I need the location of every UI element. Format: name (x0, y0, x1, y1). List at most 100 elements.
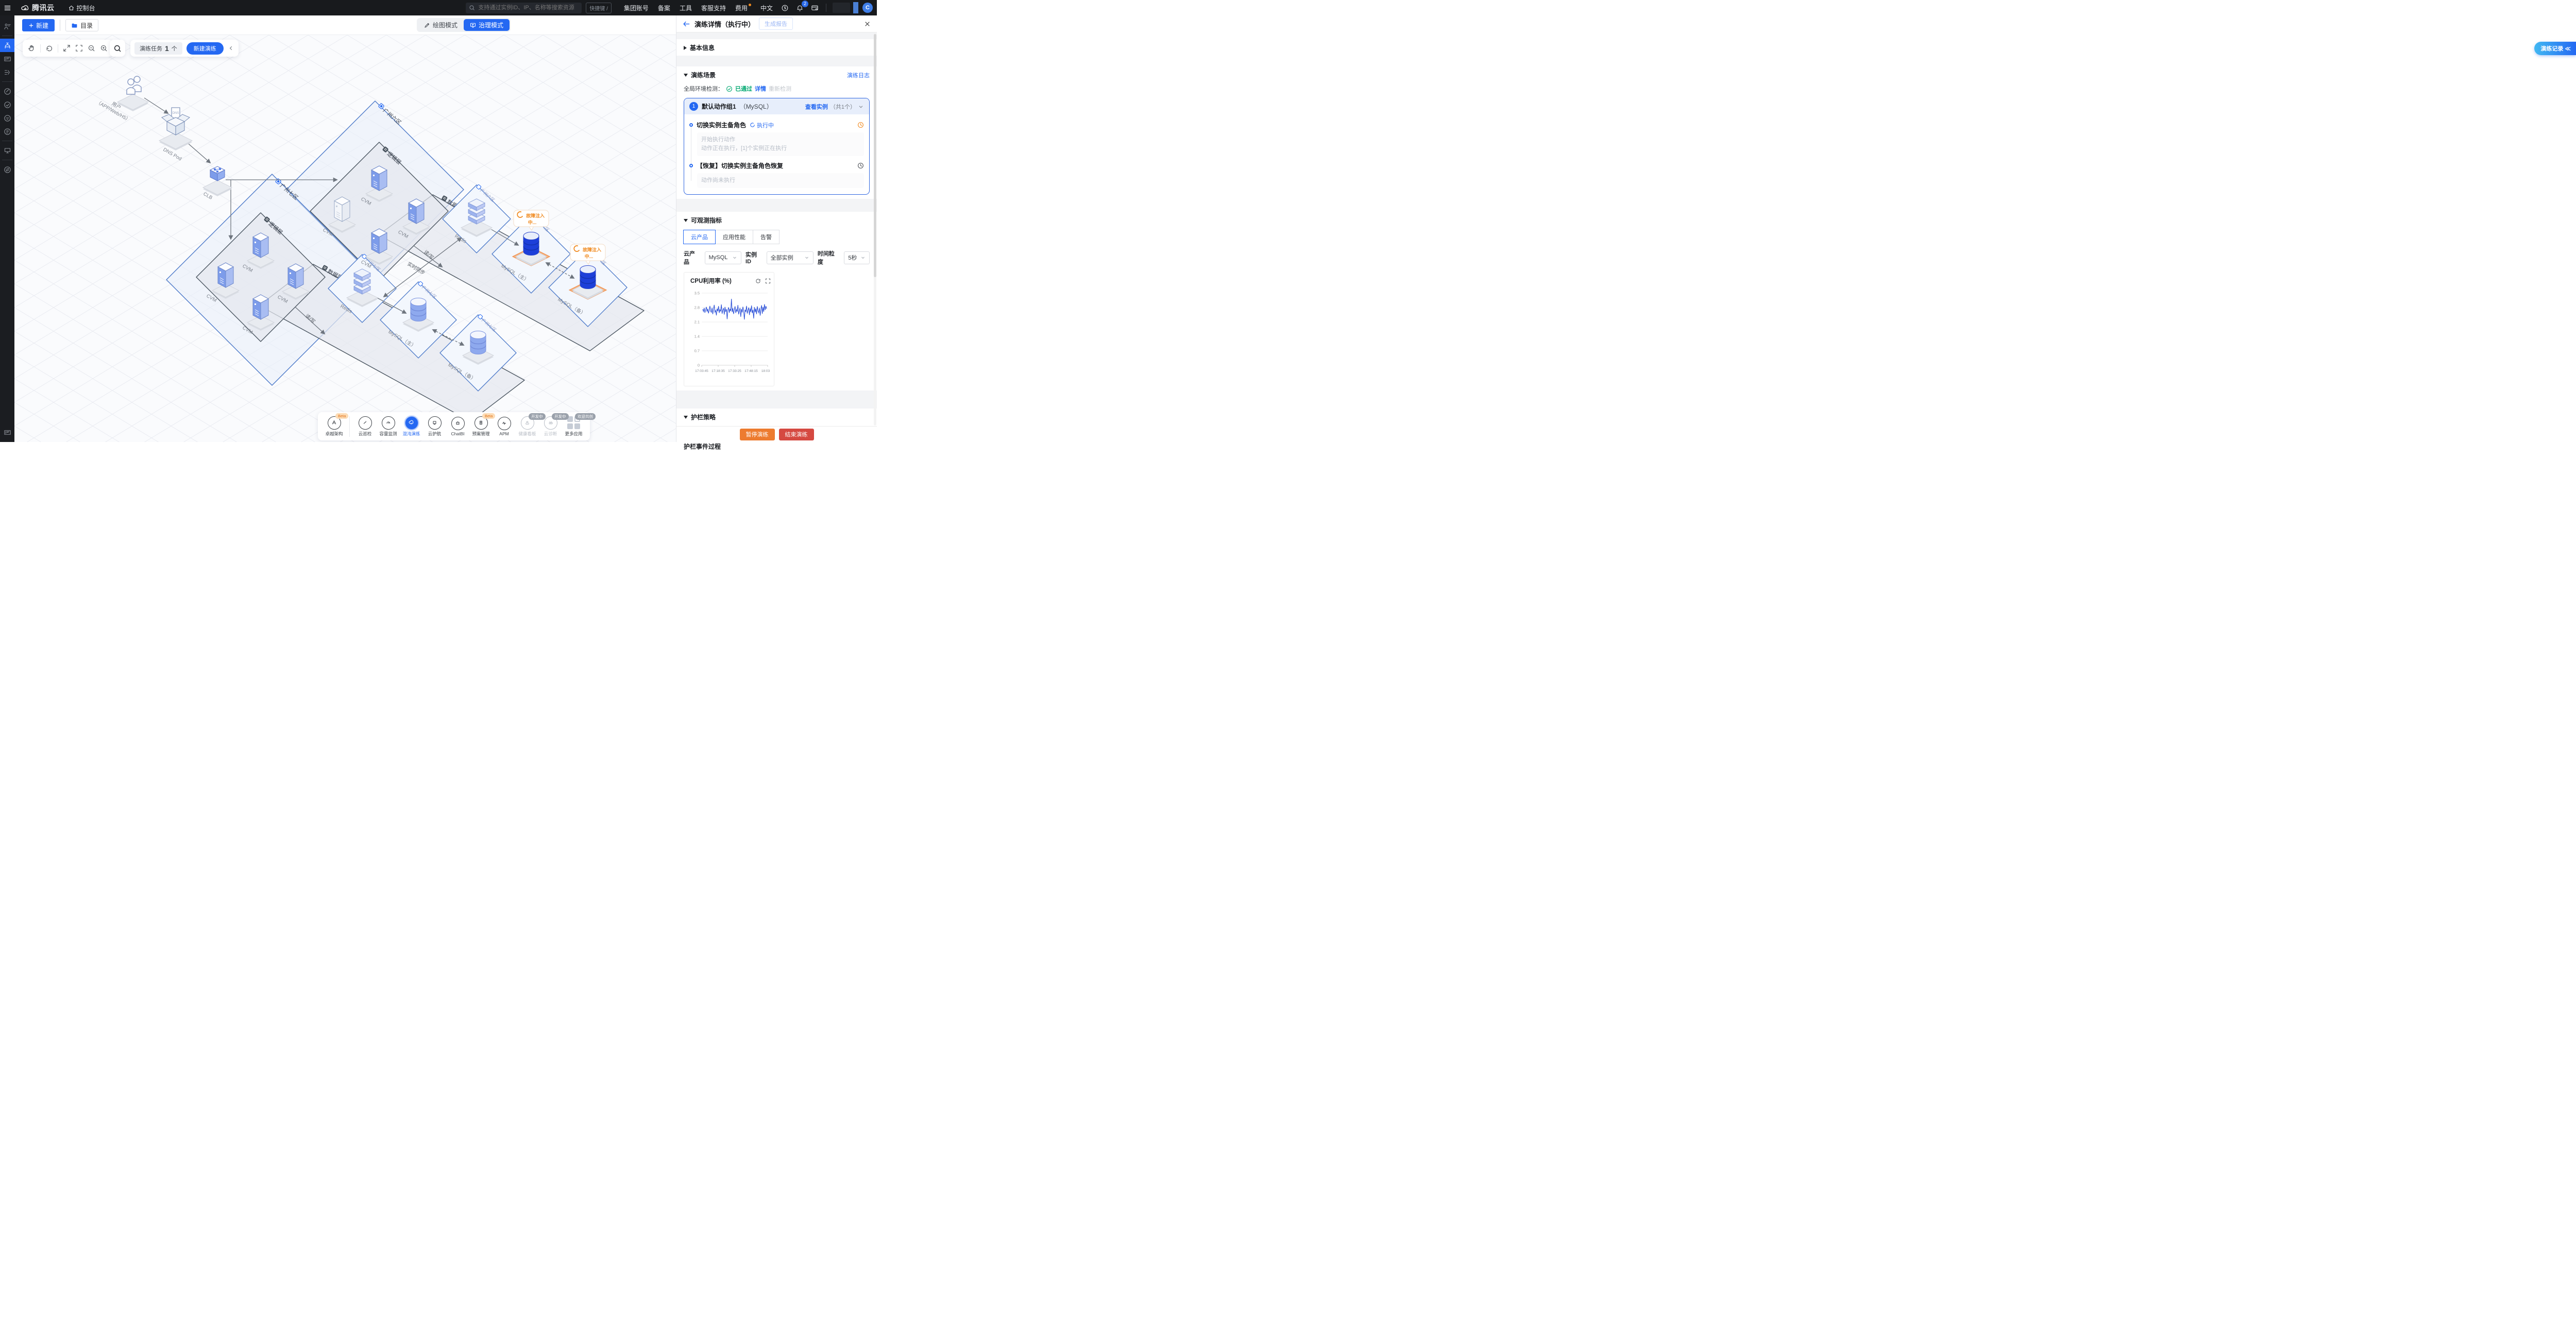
step-list: 切换实例主备角色执行中开始执行动作动作正在执行，[1]个实例正在执行【恢复】切换… (684, 114, 869, 194)
refresh-icon[interactable] (755, 278, 761, 284)
filter-select-云产品[interactable]: MySQL (705, 251, 741, 264)
cpu-utilization-chart: 00.71.42.12.83.517:03:4517:18:3517:33:25… (688, 285, 771, 384)
env-detail-link[interactable]: 详情 (755, 84, 766, 93)
collapsed-caret-icon (684, 46, 687, 50)
nav-item-集团账号[interactable]: 集团账号 (624, 4, 649, 12)
basic-info-section[interactable]: 基本信息 (676, 39, 877, 56)
new-drill-button[interactable]: 新建演练 (187, 42, 224, 55)
svg-text:17:48:15: 17:48:15 (744, 369, 758, 373)
pan-hand-icon[interactable] (28, 44, 36, 52)
chevron-down-icon[interactable] (858, 104, 864, 110)
sidebar-item-patrol-circle[interactable] (0, 84, 14, 98)
expand-icon[interactable] (63, 44, 71, 52)
sidebar-item-chat-circle[interactable] (0, 111, 14, 125)
step-row[interactable]: 【恢复】切换实例主备角色恢复 (689, 158, 864, 172)
back-arrow-icon[interactable] (683, 20, 690, 28)
app-dock: Beta卓越架构云巡检容量监测混沌演练云护航 ChatBIBeta预案管理 APM 开… (318, 412, 590, 440)
notification-bell[interactable]: 2 (796, 4, 804, 12)
dock-item-容量监测[interactable]: 容量监测 (377, 416, 399, 437)
zoom-out-icon[interactable] (88, 44, 95, 52)
draw-mode-tab[interactable]: 绘图模式 (418, 19, 464, 31)
expanded-caret-icon[interactable] (684, 416, 688, 419)
step-row[interactable]: 切换实例主备角色执行中 (689, 117, 864, 131)
dock-item-label: APM (499, 431, 509, 436)
fullscreen-icon[interactable] (765, 278, 771, 284)
metrics-section: 可观测指标 云产品应用性能告警 云产品MySQL实例ID全部实例时间粒度5秒 C… (676, 212, 877, 390)
rotate-2d-icon[interactable] (45, 44, 53, 52)
stop-drill-button[interactable]: 结束演练 (779, 429, 814, 440)
hamburger-menu-icon[interactable] (0, 4, 14, 12)
user-avatar[interactable]: C (862, 3, 873, 13)
chaos-icon (405, 416, 418, 430)
step-dot (689, 164, 693, 167)
drill-task-chip[interactable]: 演练任务 1 个 (134, 42, 182, 55)
expanded-caret-icon[interactable] (684, 74, 688, 77)
draw-mode-label: 绘图模式 (433, 21, 457, 29)
pause-drill-button[interactable]: 暂停演练 (740, 429, 775, 440)
sidebar-item-pipeline[interactable] (0, 65, 14, 79)
view-instances-link[interactable]: 查看实例 (805, 103, 828, 111)
dock-item-label: 更多应用 (565, 431, 582, 437)
dock-item-APM[interactable]: APM (493, 417, 515, 436)
global-search-input[interactable] (466, 3, 582, 13)
dock-item-云巡检[interactable]: 云巡检 (354, 416, 376, 437)
sidebar-item-architecture[interactable] (0, 39, 14, 52)
fit-screen-icon[interactable] (75, 44, 83, 52)
drill-record-tab[interactable]: 演练记录 ≪ (2534, 42, 2576, 55)
tab-应用性能[interactable]: 应用性能 (715, 230, 753, 244)
console-link[interactable]: 控制台 (68, 4, 95, 12)
nav-menu: 集团账号 备案 工具 客服支持 费用 中文 (624, 4, 773, 12)
workbench-icon[interactable] (811, 4, 819, 12)
sidebar-apps-grid-icon[interactable] (0, 426, 14, 439)
expanded-caret-icon[interactable] (684, 219, 688, 222)
sidebar-avatar[interactable] (0, 20, 14, 33)
sidebar-item-billboard[interactable] (0, 52, 14, 65)
svg-text:0: 0 (698, 363, 700, 368)
tab-告警[interactable]: 告警 (753, 230, 779, 244)
nav-item-工具[interactable]: 工具 (680, 4, 692, 12)
step-log: 开始执行动作动作正在执行，[1]个实例正在执行 (697, 132, 864, 156)
left-sidebar (0, 15, 14, 442)
dock-item-云护航[interactable]: 云护航 (423, 416, 446, 437)
sidebar-item-screen[interactable] (0, 144, 14, 157)
nav-item-中文[interactable]: 中文 (760, 4, 773, 12)
nav-item-费用[interactable]: 费用 (735, 4, 751, 12)
generate-report-button[interactable]: 生成报告 (759, 18, 793, 30)
collapse-chevron-icon[interactable] (228, 45, 234, 52)
tab-云产品[interactable]: 云产品 (683, 230, 716, 244)
guardrail-title: 护栏策略 (691, 413, 716, 421)
create-button[interactable]: 新建 (22, 19, 55, 31)
sidebar-item-guard-circle[interactable] (0, 98, 14, 111)
dock-item-预案管理[interactable]: Beta预案管理 (470, 416, 492, 437)
catalog-button[interactable]: 目录 (65, 19, 98, 31)
architecture-canvas[interactable]: 广州六区广州七区数据层数据层逻辑层逻辑层广州六区广州六区广州六区广州七区广州七区… (14, 35, 676, 442)
filter-select-时间粒度[interactable]: 5秒 (844, 251, 870, 264)
panel-scrollbar[interactable] (874, 33, 876, 426)
drill-log-link[interactable]: 演练日志 (847, 71, 870, 79)
group-name: 默认动作组1 (702, 102, 736, 111)
dock-item-混沌演练[interactable]: 混沌演练 (400, 416, 422, 437)
drill-task-bar: 演练任务 1 个 新建演练 (130, 40, 239, 57)
dock-item-ChatBI[interactable]: ChatBI (447, 417, 469, 436)
governance-mode-tab[interactable]: 治理模式 (464, 19, 510, 31)
action-group-header[interactable]: 1 默认动作组1 （MySQL） 查看实例 （共1个） (684, 98, 869, 114)
drill-task-count: 1 (165, 44, 169, 53)
env-recheck-link[interactable]: 重新检测 (769, 84, 791, 93)
filter-select-实例ID[interactable]: 全部实例 (767, 251, 814, 264)
drill-task-unit: 个 (172, 44, 177, 53)
fee-alert-dot (749, 4, 751, 6)
sidebar-item-transfer-circle[interactable] (0, 163, 14, 176)
close-icon[interactable] (864, 21, 871, 27)
dock-item-健康看板[interactable]: 开发中健康看板 (516, 416, 538, 437)
nav-item-备案[interactable]: 备案 (658, 4, 670, 12)
svg-text:故障注入: 故障注入 (526, 213, 545, 218)
zoom-in-icon[interactable] (100, 44, 108, 52)
nav-item-客服支持[interactable]: 客服支持 (701, 4, 726, 12)
dock-item-label: 云护航 (428, 431, 442, 437)
canvas-search-button[interactable] (110, 40, 125, 57)
tencent-cloud-logo[interactable]: 腾讯云 (21, 3, 55, 13)
sidebar-item-plan-circle[interactable] (0, 125, 14, 138)
dock-item-卓越架构[interactable]: Beta卓越架构 (323, 416, 345, 437)
check-circle-icon (726, 86, 733, 92)
support-icon[interactable] (781, 4, 789, 12)
